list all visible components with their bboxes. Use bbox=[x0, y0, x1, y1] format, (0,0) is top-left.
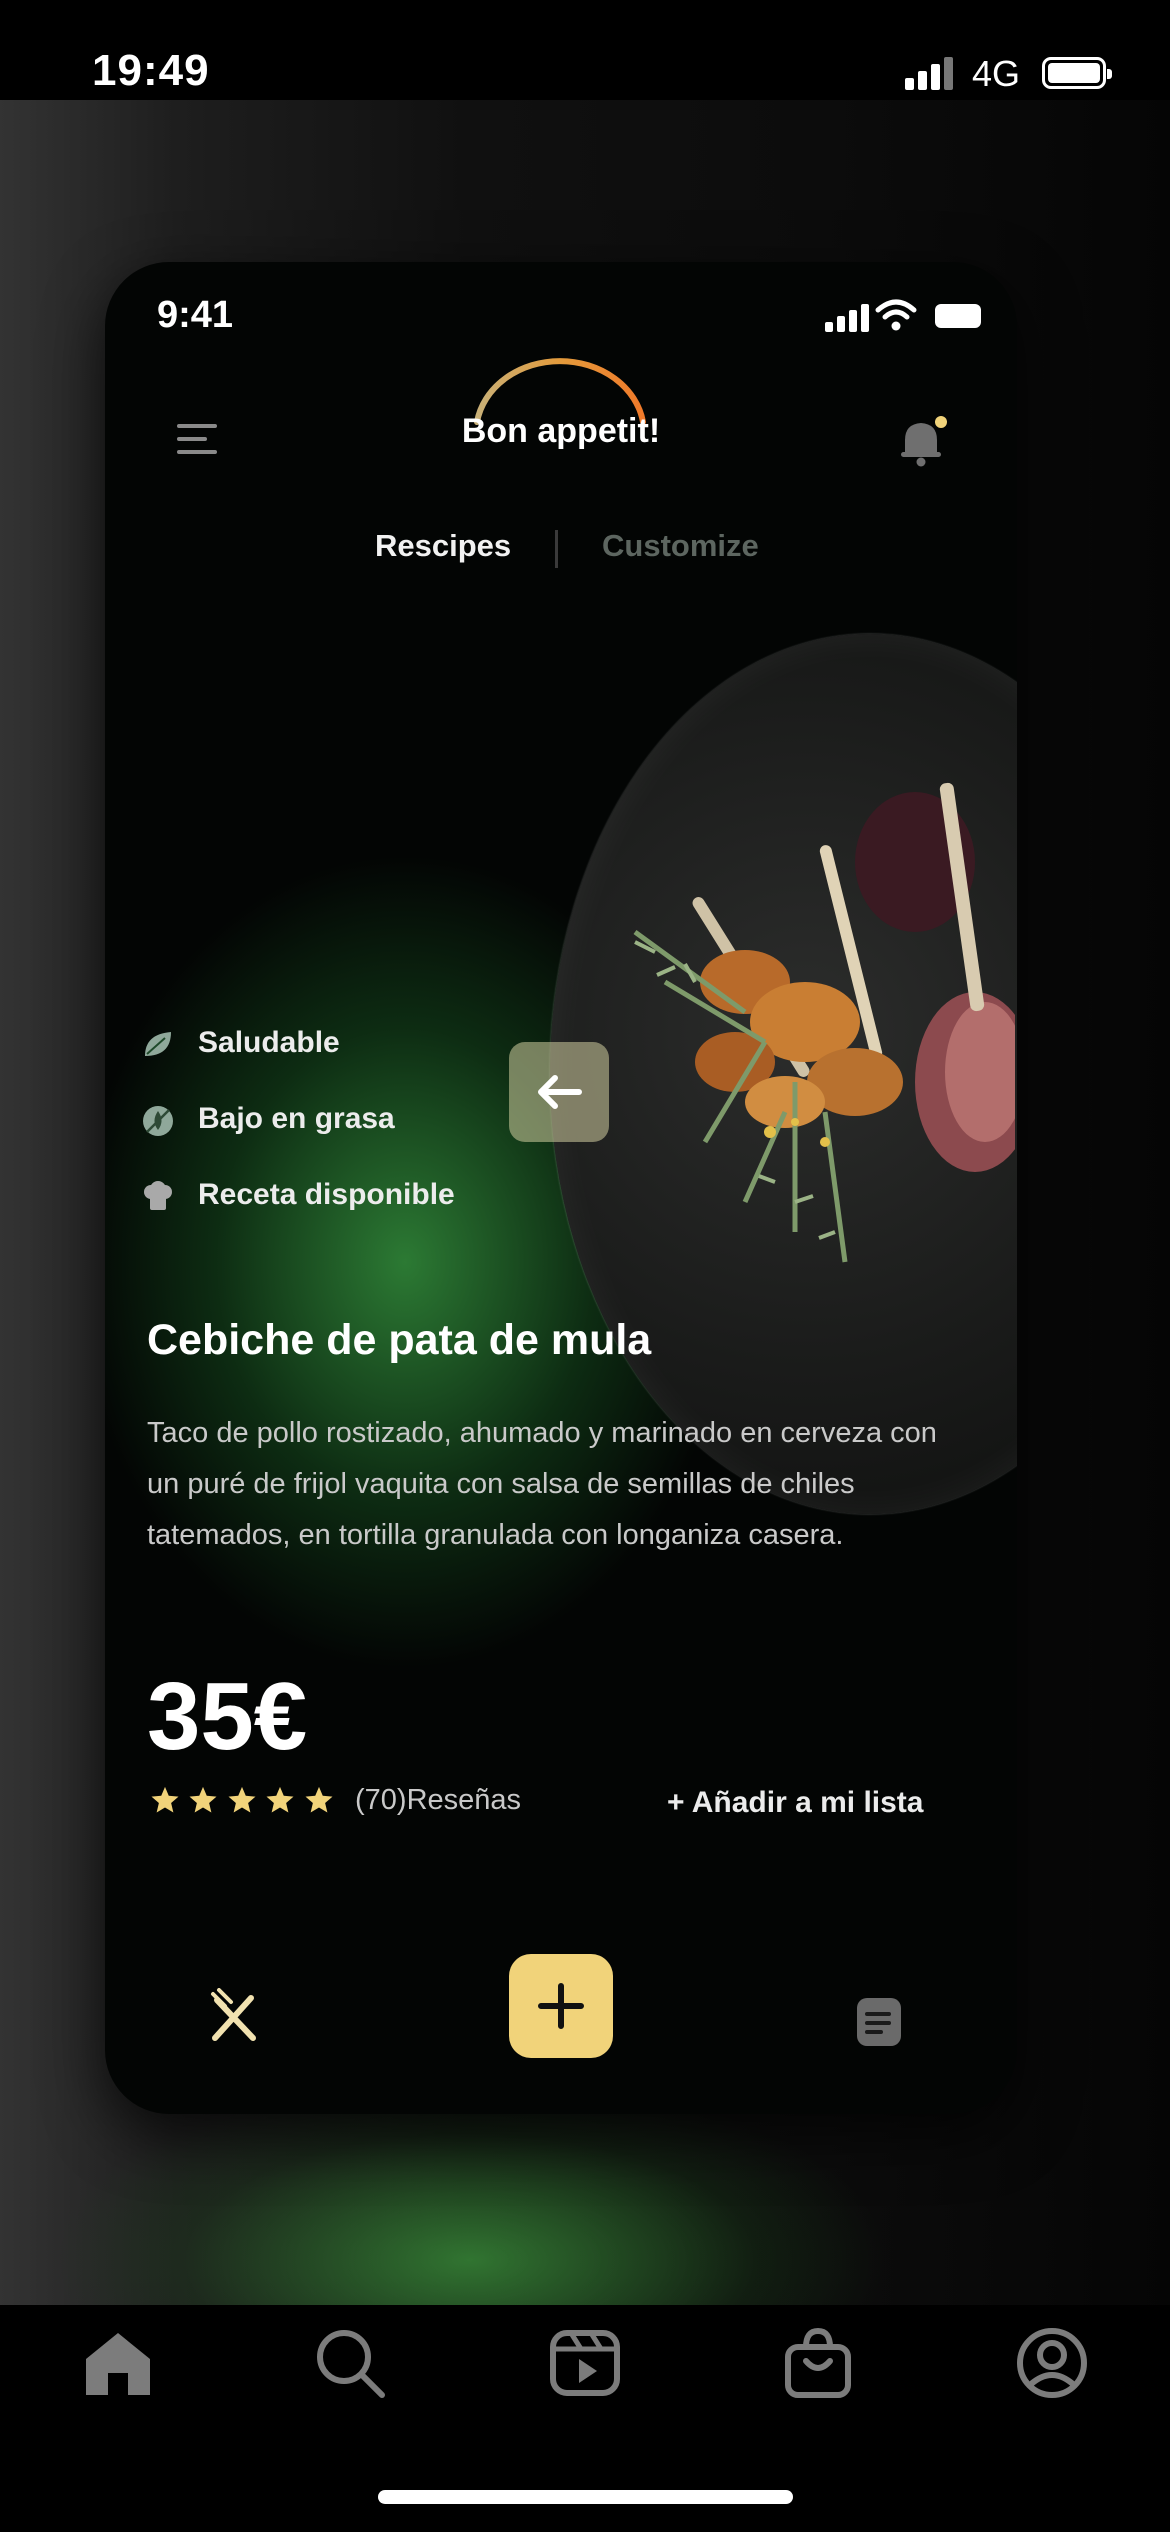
app-mockup: 9:41 Bon appetit! Rescipes Customize Sal… bbox=[105, 262, 1017, 2114]
reels-icon[interactable] bbox=[547, 2325, 623, 2401]
fork-knife-icon[interactable] bbox=[205, 1988, 265, 2048]
wifi-icon bbox=[875, 299, 917, 331]
arrow-left-icon bbox=[538, 1075, 582, 1109]
brand-title: Bon appetit! bbox=[461, 412, 661, 450]
network-type: 4G bbox=[972, 53, 1021, 94]
tab-recipes[interactable]: Rescipes bbox=[375, 528, 511, 564]
home-indicator[interactable] bbox=[378, 2490, 793, 2504]
system-time: 19:49 bbox=[92, 46, 210, 95]
leaf-icon bbox=[145, 1032, 171, 1056]
star-icon bbox=[266, 1786, 294, 1813]
search-icon[interactable] bbox=[312, 2325, 388, 2401]
tag-label: Receta disponible bbox=[198, 1178, 455, 1211]
star-icon bbox=[151, 1786, 179, 1813]
reviews-count[interactable]: (70)Reseñas bbox=[355, 1784, 521, 1817]
system-status-bar: 19:49 4G bbox=[0, 0, 1170, 100]
cellular-signal-icon bbox=[905, 56, 955, 90]
chef-hat-icon bbox=[144, 1181, 172, 1210]
mockup-signal-icon bbox=[825, 302, 869, 332]
star-icon bbox=[228, 1786, 256, 1813]
dish-description: Taco de pollo rostizado, ahumado y marin… bbox=[147, 1417, 937, 1551]
previous-dish-button[interactable] bbox=[509, 1042, 609, 1142]
tag-label: Saludable bbox=[198, 1026, 340, 1059]
document-icon[interactable] bbox=[851, 1994, 907, 2050]
mockup-battery-icon bbox=[935, 304, 981, 328]
notification-bell-icon[interactable] bbox=[895, 410, 951, 470]
tab-customize[interactable]: Customize bbox=[602, 528, 759, 564]
add-button[interactable] bbox=[509, 1954, 613, 2058]
dish-price: 35€ bbox=[147, 1663, 308, 1770]
shop-icon[interactable] bbox=[780, 2325, 856, 2401]
star-icon bbox=[305, 1786, 333, 1813]
add-to-list-button[interactable]: + Añadir a mi lista bbox=[667, 1786, 923, 1820]
profile-icon[interactable] bbox=[1014, 2325, 1090, 2401]
recipe-tabs: Rescipes Customize bbox=[105, 528, 1017, 578]
star-icon bbox=[189, 1786, 217, 1813]
low-fat-icon bbox=[143, 1106, 173, 1136]
home-icon[interactable] bbox=[80, 2325, 156, 2401]
tab-divider bbox=[555, 530, 558, 568]
dish-title: Cebiche de pata de mula bbox=[147, 1316, 652, 1364]
dish-food-image bbox=[633, 782, 1015, 1263]
mockup-time: 9:41 bbox=[157, 294, 234, 336]
rating-stars bbox=[150, 1785, 338, 1825]
battery-icon bbox=[1042, 57, 1112, 89]
tag-label: Bajo en grasa bbox=[198, 1102, 395, 1135]
plus-icon bbox=[538, 1983, 584, 2029]
